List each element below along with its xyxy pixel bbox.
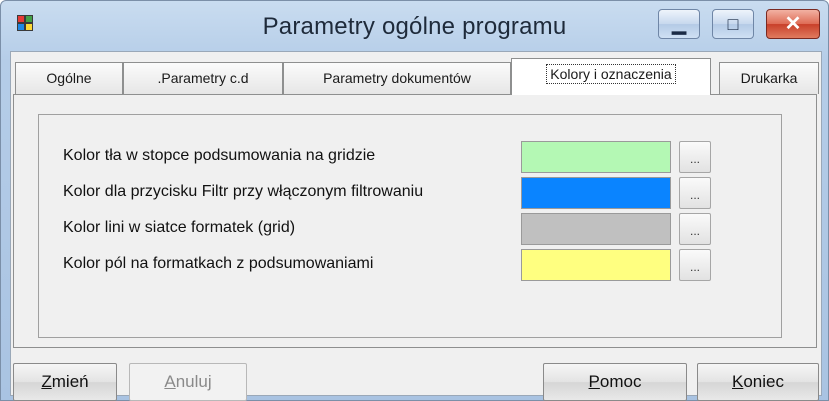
tab-parametry-dokumentow[interactable]: Parametry dokumentów [283, 62, 511, 94]
color-setting-row: Kolor lini w siatce formatek (grid) ... [39, 213, 783, 245]
color-setting-label: Kolor lini w siatce formatek (grid) [63, 219, 296, 236]
dialog-window: Parametry ogólne programu ▁ □ ✕ Ogólne .… [0, 0, 829, 401]
color-setting-row: Kolor tła w stopce podsumowania na gridz… [39, 141, 783, 173]
color-settings-group: Kolor tła w stopce podsumowania na gridz… [38, 114, 782, 338]
color-setting-row: Kolor pól na formatkach z podsumowaniami… [39, 249, 783, 281]
close-icon: ✕ [784, 13, 802, 35]
koniec-button[interactable]: Koniec [697, 363, 819, 401]
color-setting-label: Kolor pól na formatkach z podsumowaniami [63, 255, 374, 272]
anuluj-button[interactable]: Anuluj [129, 363, 247, 401]
window-title: Parametry ogólne programu [262, 13, 567, 40]
zmien-button[interactable]: Zmień [13, 363, 117, 401]
dialog-client-area: Ogólne .Parametry c.d Parametry dokument… [10, 51, 822, 401]
pomoc-button[interactable]: Pomoc [543, 363, 687, 401]
choose-color-button[interactable]: ... [679, 213, 711, 245]
color-setting-label: Kolor dla przycisku Filtr przy włączonym… [63, 183, 424, 200]
minimize-icon: ▁ [672, 14, 686, 34]
tab-drukarka[interactable]: Drukarka [719, 62, 819, 94]
color-swatch[interactable] [521, 213, 671, 245]
title-bar[interactable]: Parametry ogólne programu ▁ □ ✕ [1, 1, 828, 51]
tab-strip: Ogólne .Parametry c.d Parametry dokument… [11, 58, 821, 95]
choose-color-button[interactable]: ... [679, 177, 711, 209]
choose-color-button[interactable]: ... [679, 141, 711, 173]
color-swatch[interactable] [521, 141, 671, 173]
tab-ogolne[interactable]: Ogólne [15, 62, 123, 94]
color-swatch[interactable] [521, 249, 671, 281]
color-setting-row: Kolor dla przycisku Filtr przy włączonym… [39, 177, 783, 209]
choose-color-button[interactable]: ... [679, 249, 711, 281]
color-swatch[interactable] [521, 177, 671, 209]
close-button[interactable]: ✕ [766, 9, 820, 39]
color-setting-label: Kolor tła w stopce podsumowania na gridz… [63, 147, 376, 164]
maximize-icon: □ [727, 14, 739, 34]
maximize-button[interactable]: □ [712, 9, 754, 39]
tab-panel: Kolor tła w stopce podsumowania na gridz… [13, 94, 817, 348]
minimize-button[interactable]: ▁ [658, 9, 700, 39]
tab-kolory-i-oznaczenia[interactable]: Kolory i oznaczenia [511, 58, 711, 95]
tab-parametry-cd[interactable]: .Parametry c.d [123, 62, 283, 94]
